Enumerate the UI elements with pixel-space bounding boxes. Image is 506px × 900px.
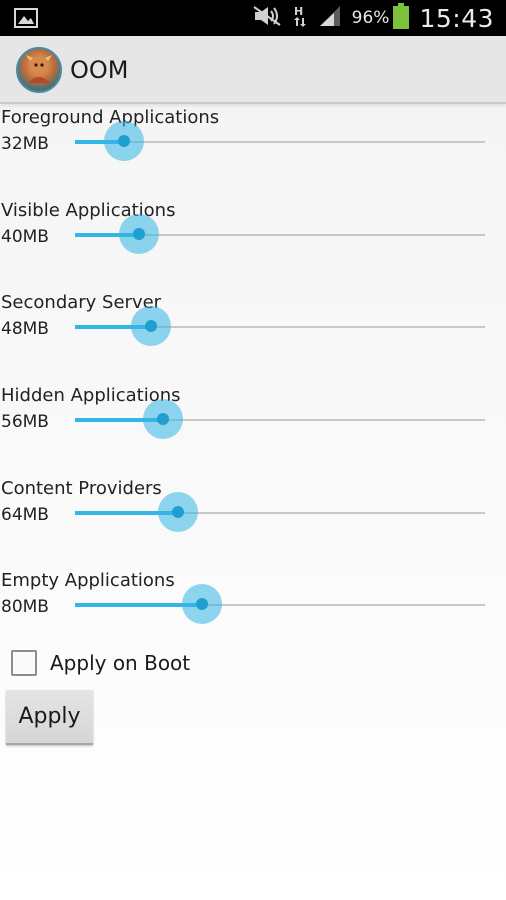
slider-track[interactable]: [75, 584, 485, 624]
app-icon[interactable]: [16, 47, 62, 93]
slider-thumb[interactable]: [143, 399, 184, 439]
setting-value: 40MB: [1, 227, 49, 247]
setting-value: 32MB: [1, 134, 49, 154]
setting-content-providers: Content Providers 64MB: [0, 478, 506, 570]
gallery-icon: [14, 8, 38, 28]
slider-thumb[interactable]: [104, 121, 145, 161]
apply-on-boot-row[interactable]: Apply on Boot: [11, 648, 190, 678]
status-bar: H 96% 15:43: [0, 0, 506, 36]
slider-thumb[interactable]: [130, 306, 171, 346]
setting-hidden-applications: Hidden Applications 56MB: [0, 385, 506, 477]
apply-on-boot-checkbox[interactable]: [11, 650, 37, 676]
setting-value: 56MB: [1, 412, 49, 432]
status-clock: 15:43: [419, 3, 494, 33]
slider-thumb[interactable]: [157, 492, 198, 532]
slider-track[interactable]: [75, 121, 485, 161]
svg-text:H: H: [294, 5, 303, 18]
slider-thumb[interactable]: [118, 214, 159, 254]
setting-foreground-applications: Foreground Applications 32MB: [0, 107, 506, 199]
setting-label: Content Providers: [1, 478, 162, 499]
setting-secondary-server: Secondary Server 48MB: [0, 292, 506, 384]
app-title: OOM: [70, 56, 129, 84]
setting-label: Empty Applications: [1, 570, 175, 591]
battery-percent: 96%: [351, 8, 390, 28]
status-right: H 96% 15:43: [252, 0, 494, 36]
battery-icon: [393, 3, 410, 33]
mute-icon: [252, 5, 282, 31]
signal-icon: [318, 5, 342, 31]
setting-value: 80MB: [1, 597, 49, 617]
apply-button[interactable]: Apply: [6, 690, 93, 745]
battery-group: 96%: [352, 3, 410, 33]
action-bar: OOM: [0, 36, 506, 104]
hsdpa-icon: H: [292, 4, 308, 32]
slider-track[interactable]: [75, 306, 485, 346]
setting-visible-applications: Visible Applications 40MB: [0, 200, 506, 292]
slider-thumb[interactable]: [182, 584, 223, 624]
slider-track[interactable]: [75, 399, 485, 439]
slider-track[interactable]: [75, 492, 485, 532]
setting-value: 64MB: [1, 505, 49, 525]
setting-value: 48MB: [1, 319, 49, 339]
apply-on-boot-label: Apply on Boot: [50, 651, 191, 675]
slider-track[interactable]: [75, 214, 485, 254]
